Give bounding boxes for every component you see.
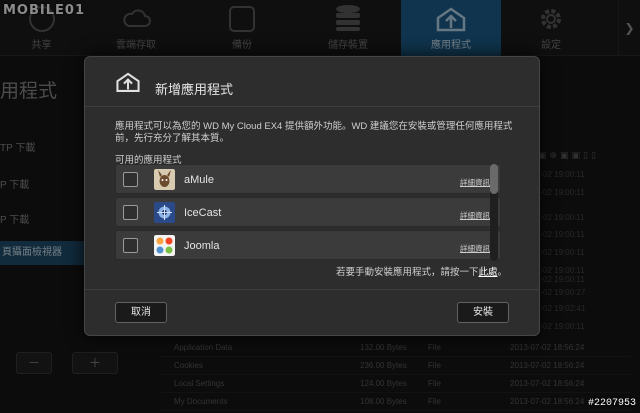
amule-logo: [154, 169, 175, 190]
app-details-link[interactable]: 詳細資訊: [460, 243, 490, 254]
manual-install-link[interactable]: 此處: [478, 267, 497, 278]
app-name: aMule: [184, 174, 214, 186]
joomla-logo: [154, 235, 175, 256]
app-list-scrollbar[interactable]: [490, 164, 498, 261]
app-name: IceCast: [184, 207, 222, 219]
add-app-dialog: 新增應用程式 應用程式可以為您的 WD My Cloud EX4 提供額外功能。…: [84, 56, 540, 336]
dialog-title: 新增應用程式: [155, 82, 234, 97]
app-name: Joomla: [184, 240, 220, 252]
manual-install-text: 若要手動安裝應用程式，請按一下: [335, 267, 479, 278]
scrollbar-thumb[interactable]: [490, 164, 498, 194]
dialog-header: 新增應用程式: [85, 57, 539, 107]
dialog-footer: 取消 安裝: [85, 289, 539, 335]
dialog-description: 應用程式可以為您的 WD My Cloud EX4 提供額外功能。WD 建議您在…: [115, 121, 513, 144]
app-row-icecast[interactable]: IceCast 詳細資訊: [115, 197, 501, 227]
install-button[interactable]: 安裝: [457, 302, 509, 323]
available-apps-list[interactable]: aMule 詳細資訊 IceCast 詳細資訊 Joomla 詳細資訊: [115, 164, 501, 261]
icecast-logo: [154, 202, 175, 223]
app-checkbox[interactable]: [123, 205, 138, 220]
manual-install-hint: 若要手動安裝應用程式，請按一下此處。: [336, 264, 507, 278]
cancel-button[interactable]: 取消: [115, 302, 167, 323]
apps-upload-icon: [116, 72, 140, 92]
app-details-link[interactable]: 詳細資訊: [460, 177, 490, 188]
watermark-id: #2207953: [587, 398, 636, 409]
app-row-amule[interactable]: aMule 詳細資訊: [115, 164, 501, 194]
app-checkbox[interactable]: [123, 172, 138, 187]
manual-install-suffix: 。: [497, 267, 507, 278]
app-row-joomla[interactable]: Joomla 詳細資訊: [115, 230, 501, 260]
app-details-link[interactable]: 詳細資訊: [460, 210, 490, 221]
app-checkbox[interactable]: [123, 238, 138, 253]
